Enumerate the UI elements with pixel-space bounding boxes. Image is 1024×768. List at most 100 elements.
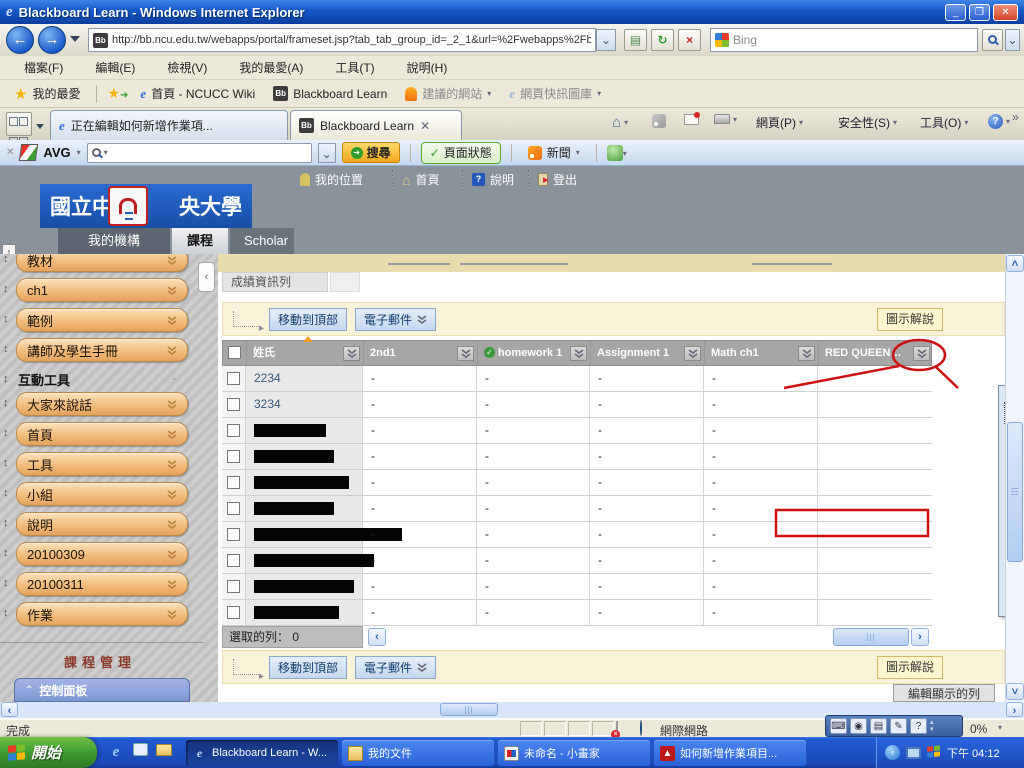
tab-list-dropdown[interactable] [36,122,44,136]
collapse-menu-button[interactable]: ‹ [198,262,215,292]
drag-handle-icon[interactable]: ↕ [3,343,9,355]
grade-cell[interactable] [818,548,932,573]
grade-cell[interactable]: - [704,548,818,573]
menu-help[interactable]: 說明(H) [391,56,464,79]
help-link[interactable]: ?說明 [472,171,514,188]
search-options-dropdown[interactable]: ⌄ [1005,29,1020,51]
grade-cell[interactable]: - [590,366,704,391]
grade-cell[interactable]: - [590,392,704,417]
language-bar[interactable]: ⌨ ◉ ▤ ✎ ? ▴▾ [825,715,963,737]
sidebar-menu-item[interactable]: 小組 [16,482,188,506]
column-header-assignment1[interactable]: Assignment 1 [591,341,705,365]
safety-menu-button[interactable]: 安全性(S)▾ [838,114,897,131]
taskbar-task-button[interactable]: 我的文件 [342,740,494,766]
grade-cell[interactable]: - [590,496,704,521]
row-checkbox[interactable] [227,606,240,619]
menu-file[interactable]: 檔案(F) [8,56,79,79]
move-to-top-button[interactable]: 移動到頂部 [269,308,347,331]
row-checkbox[interactable] [227,502,240,515]
grade-cell[interactable]: - [590,418,704,443]
horizontal-scroll-thumb[interactable]: ||| [440,703,498,716]
student-name-cell[interactable] [246,470,363,495]
grade-cell[interactable]: - [363,574,477,599]
forward-button[interactable]: → [38,26,66,54]
vertical-scrollbar[interactable]: ˄ ||| ˅ [1005,254,1024,702]
grade-cell[interactable]: - [704,522,818,547]
read-mail-button[interactable] [684,114,699,125]
grade-info-bar-tab[interactable]: 成績資訊列 [222,272,328,292]
sidebar-menu-item[interactable]: 教材 [16,254,188,272]
grade-cell[interactable]: - [704,470,818,495]
browser-tab-editing[interactable]: e 正在編輯如何新增作業項... [50,110,288,140]
move-to-top-button[interactable]: 移動到頂部 [269,656,347,679]
grade-cell[interactable]: - [590,600,704,625]
grade-cell[interactable] [818,366,932,391]
sidebar-menu-item[interactable]: 首頁 [16,422,188,446]
zoom-dropdown[interactable]: ▾ [998,723,1002,732]
grade-cell[interactable]: - [590,548,704,573]
drag-handle-icon[interactable]: ↕ [3,254,9,265]
grade-cell[interactable]: - [477,600,590,625]
avg-shield-button[interactable]: ▾ [607,145,627,161]
grade-cell[interactable]: - [477,366,590,391]
drag-handle-icon[interactable]: ↕ [3,547,9,559]
row-checkbox[interactable] [227,528,240,541]
sidebar-menu-item[interactable]: 工具 [16,452,188,476]
scroll-down-button[interactable]: ˅ [1006,683,1024,700]
grade-cell[interactable]: - [590,444,704,469]
menu-tools[interactable]: 工具(T) [319,56,390,79]
grade-cell[interactable] [818,574,932,599]
student-name-cell[interactable]: 2234 [246,366,363,391]
compatibility-view-button[interactable]: ▤ [624,29,647,51]
tab-courses[interactable]: 課程 [172,228,228,254]
sidebar-menu-item[interactable]: 說明 [16,512,188,536]
grade-cell[interactable]: - [363,444,477,469]
icon-legend-button[interactable]: 圖示解說 [877,656,943,679]
help-icon[interactable]: ? [910,718,927,734]
grade-cell[interactable]: - [477,392,590,417]
address-dropdown-button[interactable]: ⌄ [596,29,616,51]
grade-cell[interactable] [818,470,932,495]
select-all-checkbox[interactable] [228,346,241,359]
grade-cell[interactable]: - [590,574,704,599]
sidebar-menu-item[interactable]: ch1 [16,278,188,302]
column-header-redqueen[interactable]: RED QUEEN&B [819,341,933,365]
email-button[interactable]: 電子郵件 [355,308,436,331]
table-scroll-right-button[interactable]: › [911,628,929,646]
taskbar-task-button[interactable]: eBlackboard Learn - W... [186,740,338,766]
help-button[interactable]: ?▾ [988,114,1010,129]
row-checkbox[interactable] [227,476,240,489]
student-name-cell[interactable] [246,496,363,521]
grade-cell[interactable]: - [704,600,818,625]
grade-cell[interactable]: - [704,366,818,391]
grade-cell[interactable]: - [363,418,477,443]
grade-cell[interactable]: - [363,600,477,625]
grade-cell[interactable]: - [363,522,477,547]
control-panel-button[interactable]: ⌃控制面板 [14,678,190,702]
column-menu-button[interactable] [684,346,701,361]
grade-cell[interactable] [818,522,932,547]
grade-cell[interactable]: - [477,548,590,573]
table-scroll-thumb[interactable]: ||| [833,628,909,646]
pen-icon[interactable]: ✎ [890,718,907,734]
refresh-button[interactable]: ↻ [651,29,674,51]
favorites-button[interactable]: ★我的最愛 [8,83,86,105]
edit-displayed-columns-button[interactable]: 編輯顯示的列 [893,684,995,702]
grade-cell[interactable]: - [590,522,704,547]
minimize-button[interactable]: _ [945,4,966,21]
grade-cell[interactable] [818,444,932,469]
grade-cell[interactable] [818,496,932,521]
grade-cell[interactable]: - [704,574,818,599]
home-link[interactable]: ⌂首頁 [402,171,439,188]
grade-cell[interactable] [818,392,932,417]
suggested-sites-button[interactable]: 建議的網站▾ [399,83,497,104]
back-button[interactable]: ← [6,26,34,54]
favorite-link-blackboard[interactable]: BbBlackboard Learn [267,84,393,103]
quick-launch-app-icon[interactable] [130,742,150,762]
avg-search-dropdown[interactable]: ⌄ [318,143,336,163]
network-icon[interactable] [906,747,921,759]
grade-cell[interactable] [818,600,932,625]
row-checkbox[interactable] [227,372,240,385]
row-checkbox[interactable] [227,554,240,567]
student-name-cell[interactable] [246,600,363,625]
